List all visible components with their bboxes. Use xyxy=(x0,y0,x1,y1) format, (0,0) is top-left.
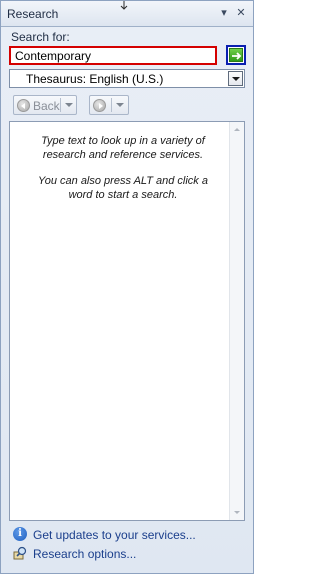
scroll-down-icon[interactable] xyxy=(234,511,240,514)
research-options-link[interactable]: Research options... xyxy=(33,547,136,561)
pane-titlebar[interactable]: Research ▾ ✕ xyxy=(1,1,253,27)
pane-options-button[interactable]: ▾ xyxy=(217,6,231,20)
research-pane: Research ▾ ✕ Search for: Thesaurus: Engl… xyxy=(0,0,254,574)
back-button[interactable]: Back xyxy=(13,95,77,115)
pane-close-button[interactable]: ✕ xyxy=(234,6,248,20)
info-icon: i xyxy=(13,527,27,541)
resize-grip-icon[interactable] xyxy=(119,1,129,11)
reference-source-select[interactable]: Thesaurus: English (U.S.) xyxy=(9,69,245,88)
chevron-down-icon[interactable] xyxy=(228,71,243,86)
magnifier-book-icon xyxy=(13,546,27,560)
back-label: Back xyxy=(33,99,60,113)
results-panel: Type text to look up in a variety of res… xyxy=(9,121,245,521)
pane-title: Research xyxy=(7,7,59,21)
forward-split-divider xyxy=(111,98,112,112)
results-help-line-1: Type text to look up in a variety of res… xyxy=(41,135,205,161)
scroll-up-icon[interactable] xyxy=(234,128,240,131)
go-arrow-icon xyxy=(229,48,243,62)
back-split-divider xyxy=(60,98,61,112)
get-updates-link[interactable]: Get updates to your services... xyxy=(33,528,196,542)
results-scrollbar[interactable] xyxy=(229,122,244,520)
forward-dropdown-icon[interactable] xyxy=(116,103,124,107)
results-help-text: Type text to look up in a variety of res… xyxy=(28,134,218,214)
back-arrow-icon xyxy=(17,99,30,112)
search-input[interactable] xyxy=(9,46,217,65)
start-search-button[interactable] xyxy=(226,45,246,65)
reference-source-value: Thesaurus: English (U.S.) xyxy=(26,72,164,86)
forward-button[interactable] xyxy=(89,95,129,115)
results-help-line-2: You can also press ALT and click a word … xyxy=(38,175,208,201)
search-label: Search for: xyxy=(11,30,70,44)
forward-arrow-icon xyxy=(93,99,106,112)
back-dropdown-icon[interactable] xyxy=(65,103,73,107)
